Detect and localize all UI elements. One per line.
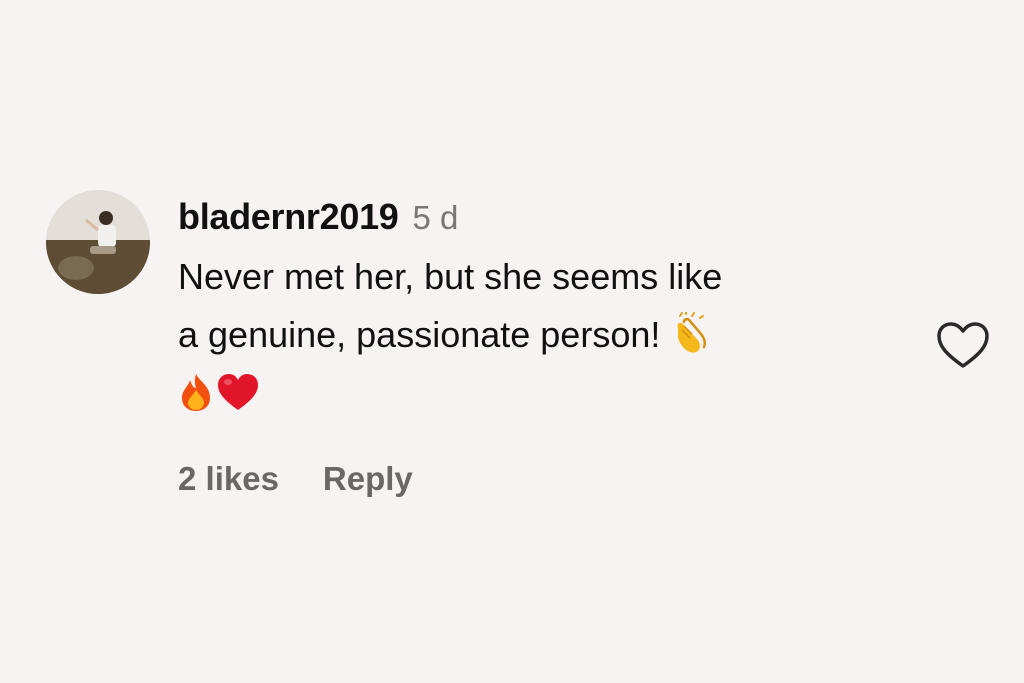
like-button[interactable]	[934, 320, 992, 372]
comment-text: a genuine, passionate person!	[178, 314, 661, 355]
comment-header: bladernr2019 5 d	[178, 196, 898, 248]
comment-body: bladernr2019 5 d Never met her, but she …	[178, 196, 898, 420]
comment-emoji-line	[178, 364, 898, 420]
comment-screen: bladernr2019 5 d Never met her, but she …	[0, 0, 1024, 683]
likes-count[interactable]: 2 likes	[178, 460, 279, 498]
comment-timestamp: 5 d	[412, 199, 459, 236]
clapping-hands-icon	[670, 312, 710, 354]
comment-text: Never met her, but she seems like	[178, 256, 723, 297]
comment-text-line-1: Never met her, but she seems like	[178, 248, 898, 306]
avatar[interactable]	[46, 190, 150, 294]
reply-button[interactable]: Reply	[323, 460, 413, 498]
fire-icon	[178, 372, 214, 412]
avatar-photo-icon	[46, 190, 150, 294]
red-heart-icon	[216, 372, 260, 412]
heart-outline-icon	[937, 322, 989, 368]
comment-actions: 2 likes Reply	[178, 460, 413, 498]
username[interactable]: bladernr2019	[178, 196, 399, 238]
comment-text-line-2: a genuine, passionate person!	[178, 306, 898, 364]
